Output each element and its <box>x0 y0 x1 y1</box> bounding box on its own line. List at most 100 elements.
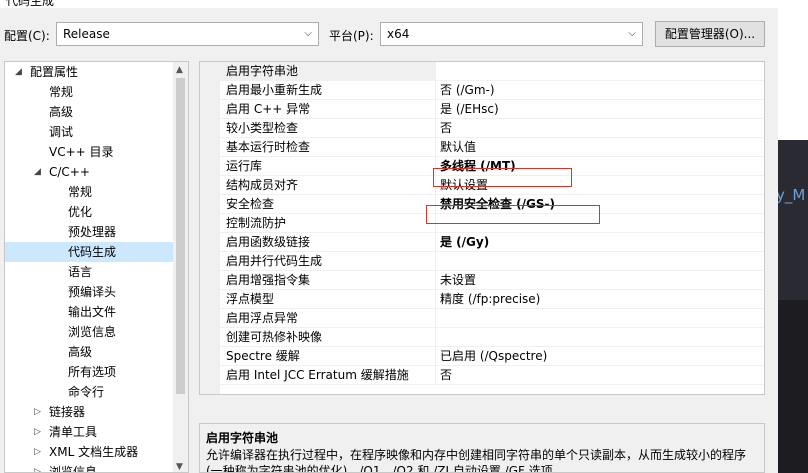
tree-item-label: 命令行 <box>68 385 105 399</box>
tree-item-label: 预处理器 <box>68 225 117 239</box>
property-row-security-check[interactable]: 安全检查 禁用安全检查 (/GS-) <box>220 195 764 214</box>
tree-item-code-generation[interactable]: 代码生成 <box>5 242 173 262</box>
scroll-thumb[interactable] <box>176 78 185 394</box>
tree-item-command-line[interactable]: 命令行 <box>5 382 173 402</box>
property-value[interactable]: 禁用安全检查 (/GS-) <box>440 195 555 213</box>
property-value[interactable]: 默认设置 <box>440 176 488 194</box>
property-name: 基本运行时检查 <box>220 138 436 156</box>
tree-item-language[interactable]: 语言 <box>5 262 173 282</box>
expander-icon[interactable]: ▷ <box>34 462 41 472</box>
scroll-up-icon[interactable]: ▲ <box>176 65 183 75</box>
background-window-edge: y_M <box>776 0 808 473</box>
description-panel: 启用字符串池 允许编译器在执行过程中，在程序映像和内存中创建相同字符串的单个只读… <box>199 423 765 473</box>
description-title: 启用字符串池 <box>206 431 279 445</box>
grid-gutter <box>200 62 220 394</box>
property-row[interactable]: 启用增强指令集 未设置 <box>220 271 764 290</box>
tree-item-label: C/C++ <box>49 165 90 179</box>
tree-item-label: VC++ 目录 <box>49 145 114 159</box>
scroll-down-icon[interactable]: ▼ <box>176 462 183 472</box>
tree-item-advanced[interactable]: 高级 <box>5 102 173 122</box>
tree-item-cpp[interactable]: ◢ C/C++ <box>5 162 173 182</box>
tree-item-browse-info-tool[interactable]: ▷ 浏览信息 <box>5 462 173 473</box>
property-value[interactable]: 否 (/Gm-) <box>440 81 495 99</box>
property-row[interactable]: 创建可热修补映像 <box>220 328 764 347</box>
property-tree[interactable]: ◢ 配置属性 常规 高级 调试 VC++ 目录 ◢ C/C++ 常规 优化 预处… <box>4 61 189 473</box>
tree-item-debugging[interactable]: 调试 <box>5 122 173 142</box>
property-row[interactable]: Spectre 缓解 已启用 (/Qspectre) <box>220 347 764 366</box>
property-value[interactable]: 是 (/EHsc) <box>440 100 499 118</box>
tree-item-label: 常规 <box>68 185 93 199</box>
property-row[interactable]: 控制流防护 <box>220 214 764 233</box>
configuration-manager-button[interactable]: 配置管理器(O)... <box>655 21 765 47</box>
platform-combobox[interactable]: x64 ⌵ <box>380 22 643 46</box>
tree-item-cpp-advanced[interactable]: 高级 <box>5 342 173 362</box>
tree-item-optimization[interactable]: 优化 <box>5 202 173 222</box>
configuration-combobox[interactable]: Release ⌵ <box>56 22 319 46</box>
tree-item-browse-information[interactable]: 浏览信息 <box>5 322 173 342</box>
configuration-value: Release <box>63 27 110 41</box>
tree-item-label: 高级 <box>68 345 93 359</box>
property-value[interactable]: 未设置 <box>440 271 476 289</box>
tree-item-label: XML 文档生成器 <box>49 445 139 459</box>
tree-item-general[interactable]: 常规 <box>5 82 173 102</box>
property-value[interactable]: 已启用 (/Qspectre) <box>440 347 547 365</box>
tree-item-label: 所有选项 <box>68 365 117 379</box>
expander-icon[interactable]: ▷ <box>34 402 41 422</box>
property-row[interactable]: 启用 C++ 异常 是 (/EHsc) <box>220 100 764 119</box>
tree-item-output-files[interactable]: 输出文件 <box>5 302 173 322</box>
tree-item-label: 浏览信息 <box>68 325 117 339</box>
property-row[interactable]: 较小类型检查 否 <box>220 119 764 138</box>
tree-item-linker[interactable]: ▷ 链接器 <box>5 402 173 422</box>
property-row-runtime-library[interactable]: 运行库 多线程 (/MT) <box>220 157 764 176</box>
property-name: 安全检查 <box>220 195 436 213</box>
property-row[interactable]: 基本运行时检查 默认值 <box>220 138 764 157</box>
tree-item-precompiled-headers[interactable]: 预编译头 <box>5 282 173 302</box>
property-name: 启用 C++ 异常 <box>220 100 436 118</box>
property-value[interactable]: 否 <box>440 366 452 384</box>
property-name: 创建可热修补映像 <box>220 328 436 346</box>
property-name: 控制流防护 <box>220 214 436 232</box>
tree-item-cpp-general[interactable]: 常规 <box>5 182 173 202</box>
expander-icon[interactable]: ▷ <box>34 422 41 442</box>
property-row[interactable]: 启用函数级链接 是 (/Gy) <box>220 233 764 252</box>
property-row[interactable]: 启用最小重新生成 否 (/Gm-) <box>220 81 764 100</box>
tree-item-label: 常规 <box>49 85 74 99</box>
tree-vertical-scrollbar[interactable]: ▲ ▼ <box>173 62 188 472</box>
expander-icon[interactable]: ◢ <box>34 162 41 182</box>
property-name: 启用 Intel JCC Erratum 缓解措施 <box>220 366 436 384</box>
tree-item-label: 输出文件 <box>68 305 117 319</box>
property-value[interactable]: 多线程 (/MT) <box>440 157 516 175</box>
tree-item-manifest-tool[interactable]: ▷ 清单工具 <box>5 422 173 442</box>
property-value[interactable]: 精度 (/fp:precise) <box>440 290 540 308</box>
tree-item-preprocessor[interactable]: 预处理器 <box>5 222 173 242</box>
tree-item-vc-directories[interactable]: VC++ 目录 <box>5 142 173 162</box>
property-row[interactable]: 启用浮点异常 <box>220 309 764 328</box>
tree-item-config-properties[interactable]: ◢ 配置属性 <box>5 62 173 82</box>
background-glimpse-text: y_M <box>776 186 806 204</box>
platform-value: x64 <box>387 27 410 41</box>
window-title-strip: 代码生成 <box>0 0 778 8</box>
property-row[interactable]: 启用并行代码生成 <box>220 252 764 271</box>
background-edge-light <box>778 0 808 140</box>
tree-item-xml-doc-generator[interactable]: ▷ XML 文档生成器 <box>5 442 173 462</box>
property-row[interactable]: 结构成员对齐 默认设置 <box>220 176 764 195</box>
property-name: 较小类型检查 <box>220 119 436 137</box>
configuration-label: 配置(C): <box>4 29 50 43</box>
property-row[interactable]: 启用字符串池 <box>220 62 764 81</box>
property-name: Spectre 缓解 <box>220 347 436 365</box>
property-row[interactable]: 浮点模型 精度 (/fp:precise) <box>220 290 764 309</box>
property-grid[interactable]: 启用字符串池 启用最小重新生成 否 (/Gm-) 启用 C++ 异常 是 (/E… <box>199 61 765 395</box>
property-name: 浮点模型 <box>220 290 436 308</box>
property-value[interactable]: 否 <box>440 119 452 137</box>
property-name: 运行库 <box>220 157 436 175</box>
tree-item-label: 高级 <box>49 105 74 119</box>
expander-icon[interactable]: ▷ <box>34 442 41 462</box>
property-name: 启用增强指令集 <box>220 271 436 289</box>
tree-item-all-options[interactable]: 所有选项 <box>5 362 173 382</box>
tree-item-label: 链接器 <box>49 405 86 419</box>
expander-icon[interactable]: ◢ <box>15 62 22 82</box>
property-value[interactable]: 是 (/Gy) <box>440 233 489 251</box>
property-value[interactable]: 默认值 <box>440 138 476 156</box>
property-row[interactable]: 启用 Intel JCC Erratum 缓解措施 否 <box>220 366 764 385</box>
tree-item-label: 浏览信息 <box>49 465 98 473</box>
